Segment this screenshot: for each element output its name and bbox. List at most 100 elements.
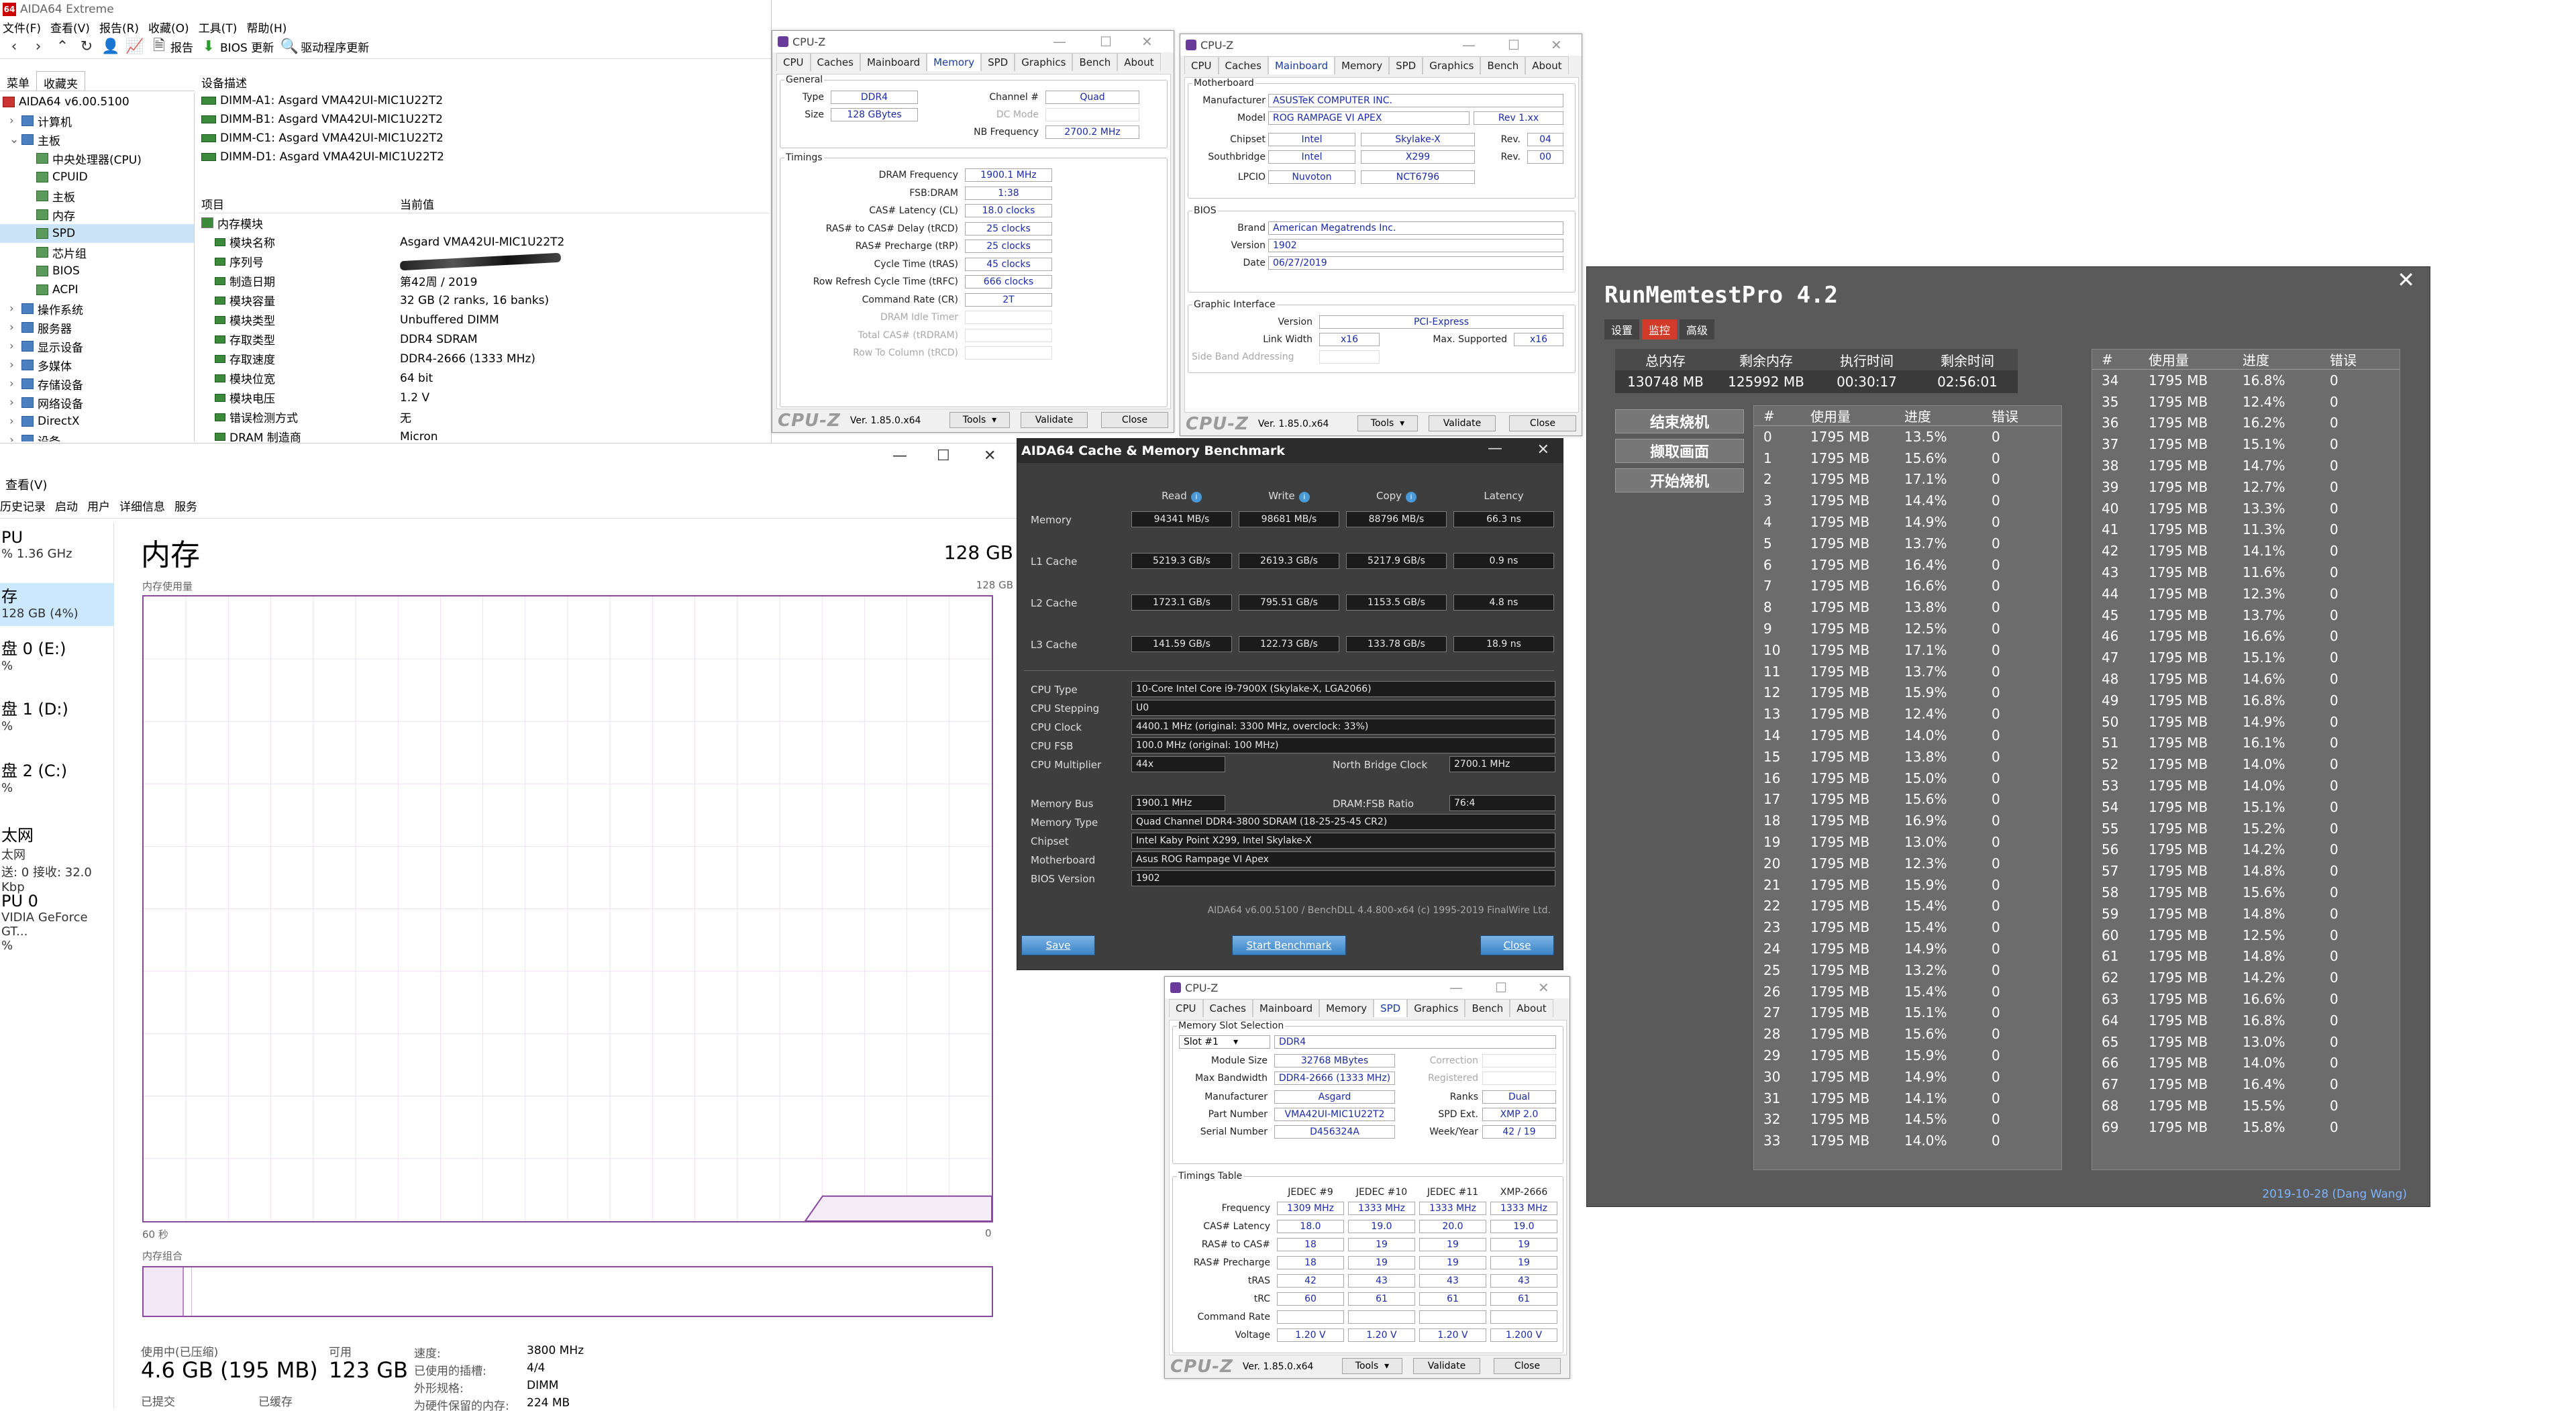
cpuz-tab[interactable]: Caches [1218, 56, 1268, 74]
tm-tab[interactable]: 详细信息 [119, 497, 165, 518]
stop-burn-button[interactable]: 结束烧机 [1615, 409, 1744, 433]
maximize-icon[interactable]: ☐ [1508, 37, 1520, 53]
minimize-icon[interactable]: — [1449, 980, 1463, 996]
validate-button[interactable]: Validate [1021, 412, 1088, 428]
bios-update-button[interactable]: ⬇ BIOS 更新 [200, 38, 274, 56]
detail-row[interactable]: 模块位宽 64 bit [199, 368, 769, 388]
slot-select[interactable]: Slot #1 ▾ [1179, 1035, 1270, 1049]
close-icon[interactable]: ✕ [1551, 37, 1562, 53]
menu-item[interactable]: 查看(V) [50, 19, 90, 36]
cpuz-tab[interactable]: About [1117, 53, 1161, 71]
close-icon[interactable]: ✕ [1141, 34, 1153, 50]
cpuz-tab[interactable]: Graphics [1015, 53, 1073, 71]
maximize-icon[interactable]: ☐ [1100, 34, 1112, 50]
menu-item[interactable]: 文件(F) [3, 19, 41, 36]
chevron-right-icon[interactable]: › [9, 114, 21, 127]
close-icon[interactable]: ✕ [1538, 980, 1549, 996]
tab-advanced[interactable]: 高级 [1680, 319, 1715, 339]
close-button[interactable]: Close [1509, 415, 1576, 431]
forward-icon[interactable]: › [30, 38, 47, 56]
cpuz-tab[interactable]: CPU [1169, 999, 1203, 1017]
tm-menu-view[interactable]: 查看(V) [5, 476, 47, 493]
tree-item[interactable]: › 网络设备 [0, 393, 194, 412]
maximize-icon[interactable]: ☐ [1495, 980, 1507, 996]
cpuz-tab[interactable]: CPU [776, 53, 811, 71]
menu-item[interactable]: 收藏(O) [148, 19, 189, 36]
save-button[interactable]: Save [1021, 935, 1095, 955]
tree-item[interactable]: 内存 [0, 205, 194, 224]
cpuz-tab[interactable]: Bench [1072, 53, 1118, 71]
tools-button[interactable]: Tools ▾ [949, 412, 1010, 428]
close-icon[interactable]: ✕ [2397, 267, 2415, 293]
tree-item[interactable]: › 设备 [0, 431, 194, 441]
minimize-icon[interactable]: — [1462, 37, 1476, 53]
tree-item[interactable]: 主板 [0, 187, 194, 205]
cpuz-tab[interactable]: Memory [1335, 56, 1390, 74]
tree-item[interactable]: BIOS [0, 262, 194, 280]
tab-settings[interactable]: 设置 [1604, 319, 1640, 339]
refresh-icon[interactable]: ↻ [78, 38, 95, 56]
tm-tab[interactable]: 历史记录 [0, 497, 46, 518]
tm-sidebar-item[interactable]: 太网 太网 送: 0 接收: 32.0 Kbp [0, 822, 114, 894]
tm-tab[interactable]: 服务 [174, 497, 197, 518]
up-icon[interactable]: ⌃ [54, 38, 71, 56]
cpuz-tab[interactable]: Mainboard [1252, 999, 1320, 1017]
close-button[interactable]: Close [1480, 935, 1554, 955]
tree-item[interactable]: ⌄ 主板 [0, 130, 194, 149]
benchmark-titlebar[interactable]: AIDA64 Cache & Memory Benchmark — ✕ [1017, 439, 1563, 463]
detail-row[interactable]: 模块类型 Unbuffered DIMM [199, 310, 769, 329]
cpuz-tab[interactable]: Bench [1480, 56, 1526, 74]
detail-row[interactable]: 存取类型 DDR4 SDRAM [199, 329, 769, 349]
tree-item[interactable]: › 操作系统 [0, 299, 194, 318]
driver-update-button[interactable]: 🔍 驱动程序更新 [280, 38, 370, 56]
cpuz-titlebar[interactable]: CPU-Z — ☐ ✕ [1180, 34, 1582, 56]
chevron-right-icon[interactable]: › [9, 396, 21, 409]
start-burn-button[interactable]: 开始烧机 [1615, 468, 1744, 492]
info-icon[interactable]: i [1298, 492, 1310, 503]
cpuz-tab[interactable]: About [1525, 56, 1569, 74]
info-icon[interactable]: i [1406, 492, 1417, 503]
info-icon[interactable]: i [1190, 492, 1202, 503]
chevron-right-icon[interactable]: › [9, 415, 21, 428]
cpuz-tab[interactable]: About [1510, 999, 1553, 1017]
minimize-icon[interactable]: — [1053, 34, 1066, 50]
device-row[interactable]: DIMM-A1: Asgard VMA42UI-MIC1U22T2 [199, 91, 769, 110]
tm-sidebar-item[interactable]: 盘 1 (D:)% [0, 696, 114, 743]
tools-button[interactable]: Tools ▾ [1342, 1358, 1402, 1374]
cpuz-tab[interactable]: Graphics [1423, 56, 1481, 74]
detail-row[interactable]: 模块电压 1.2 V [199, 388, 769, 407]
tm-sidebar-item[interactable]: PU 0 VIDIA GeForce GT...% [0, 892, 114, 953]
tools-button[interactable]: Tools ▾ [1357, 415, 1418, 431]
tree-item[interactable]: › 多媒体 [0, 356, 194, 374]
tm-sidebar-item[interactable]: 盘 2 (C:)% [0, 757, 114, 804]
device-row[interactable]: DIMM-B1: Asgard VMA42UI-MIC1U22T2 [199, 110, 769, 129]
tm-sidebar-item[interactable]: 存 128 GB (4%) [0, 583, 114, 626]
detail-row[interactable]: 模块名称 Asgard VMA42UI-MIC1U22T2 [199, 232, 769, 252]
tree-item[interactable]: ACPI [0, 280, 194, 299]
cpuz-tab[interactable]: Caches [1202, 999, 1253, 1017]
tree-item[interactable]: 中央处理器(CPU) [0, 149, 194, 168]
cpuz-tab[interactable]: SPD [981, 53, 1015, 71]
tree-item[interactable]: AIDA64 v6.00.5100 [0, 93, 194, 111]
detail-row[interactable]: 存取速度 DDR4-2666 (1333 MHz) [199, 349, 769, 368]
tm-sidebar-item[interactable]: PU% 1.36 GHz [0, 528, 114, 575]
tree-item[interactable]: › 计算机 [0, 111, 194, 130]
aida64-titlebar[interactable]: 64 AIDA64 Extreme [0, 0, 771, 19]
tree-item[interactable]: › 显示设备 [0, 337, 194, 356]
detail-row[interactable]: 序列号 [199, 252, 769, 271]
tm-tab[interactable]: 启动 [55, 497, 78, 518]
cpuz-tab[interactable]: SPD [1389, 56, 1423, 74]
close-button[interactable]: Close [1101, 412, 1168, 428]
cpuz-tab[interactable]: Caches [810, 53, 860, 71]
start-benchmark-button[interactable]: Start Benchmark [1232, 935, 1346, 955]
menu-item[interactable]: 工具(T) [199, 19, 238, 36]
close-icon[interactable]: ✕ [1537, 441, 1549, 458]
validate-button[interactable]: Validate [1429, 415, 1496, 431]
cpuz-tab[interactable]: Memory [1319, 999, 1374, 1017]
back-icon[interactable]: ‹ [5, 38, 23, 56]
tm-sidebar-item[interactable]: 盘 0 (E:)% [0, 635, 114, 682]
chevron-down-icon[interactable]: ⌄ [9, 133, 21, 146]
chevron-right-icon[interactable]: › [9, 377, 21, 390]
tree-item[interactable]: › 服务器 [0, 318, 194, 337]
close-icon[interactable]: ✕ [984, 448, 996, 464]
